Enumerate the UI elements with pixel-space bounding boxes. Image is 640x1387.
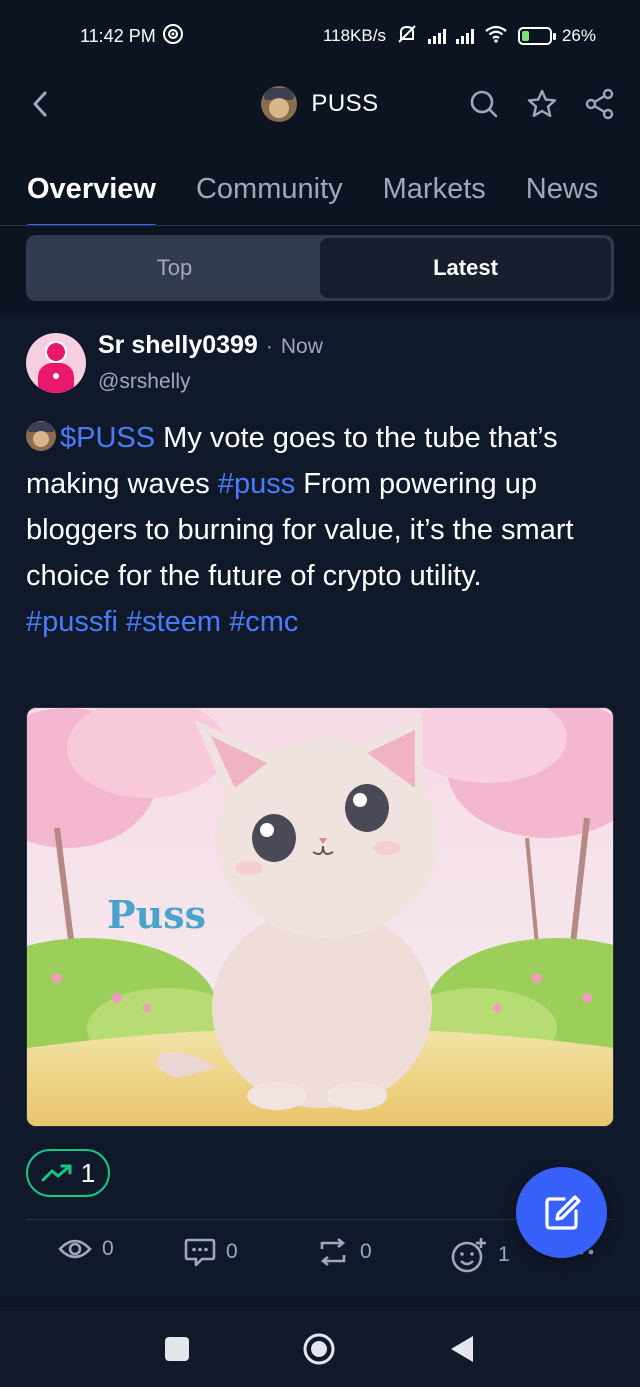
hashtags-link[interactable]: #pussfi #steem #cmc <box>26 606 298 638</box>
home-button[interactable] <box>299 1329 339 1369</box>
tab-overview[interactable]: Overview <box>27 160 156 225</box>
trending-up-icon <box>41 1164 72 1182</box>
post-time: Now <box>280 335 323 358</box>
battery-percent: 26% <box>561 26 596 45</box>
comments-count: 0 <box>226 1240 238 1263</box>
author-name[interactable]: Sr shelly0399 <box>98 331 258 360</box>
filter-top-button[interactable]: Top <box>29 238 320 298</box>
coin-header: PUSS <box>0 72 640 138</box>
search-icon <box>470 90 498 118</box>
community-post: Sr shelly0399 · Now @srshelly $PUSS My v… <box>0 313 640 1297</box>
status-time: 11:42 PM <box>80 25 156 46</box>
system-nav-bar <box>0 1307 640 1387</box>
views-button[interactable]: 0 <box>58 1237 114 1261</box>
edit-icon <box>544 1194 581 1230</box>
hotspot-icon <box>162 23 184 50</box>
cashtag-link[interactable]: $PUSS <box>60 422 155 454</box>
share-icon <box>585 88 614 120</box>
share-button[interactable] <box>582 86 618 122</box>
post-image[interactable]: Puss <box>26 707 614 1127</box>
signal-icon <box>427 28 446 44</box>
author-separator: · <box>265 335 273 358</box>
add-reaction-icon <box>451 1238 486 1273</box>
tab-markets[interactable]: Markets <box>383 160 486 225</box>
recents-button[interactable] <box>157 1329 197 1369</box>
post-author-line: Sr shelly0399 · Now <box>98 331 323 360</box>
post-body: $PUSS My vote goes to the tube that’s ma… <box>26 415 618 645</box>
triangle-back-icon <box>451 1336 473 1362</box>
trending-reaction-chip[interactable]: 1 <box>26 1149 110 1197</box>
comment-button[interactable]: 0 <box>184 1237 238 1267</box>
tab-community[interactable]: Community <box>196 160 343 225</box>
battery-fill <box>521 31 529 41</box>
status-left: 11:42 PM <box>80 23 184 50</box>
home-icon <box>303 1333 335 1365</box>
comment-icon <box>184 1238 216 1267</box>
star-icon <box>527 89 557 117</box>
image-overlay-text: Puss <box>107 892 206 937</box>
avatar[interactable] <box>26 333 86 393</box>
puss-logo-icon <box>261 86 298 122</box>
status-right: 118KB/s 26% <box>323 24 596 49</box>
views-count: 0 <box>102 1237 114 1260</box>
repost-button[interactable]: 0 <box>316 1237 372 1267</box>
page-title: PUSS <box>311 90 379 117</box>
hashtag-puss-link[interactable]: #puss <box>218 468 295 500</box>
status-bar: 11:42 PM 118KB/s 26% <box>0 0 640 72</box>
puss-token-icon <box>26 421 56 451</box>
mute-icon <box>396 24 418 49</box>
signal-icon-2 <box>455 28 474 44</box>
author-handle[interactable]: @srshelly <box>98 370 191 394</box>
reposts-count: 0 <box>360 1240 372 1263</box>
react-button[interactable]: 1 <box>450 1237 510 1273</box>
eye-icon <box>58 1239 92 1259</box>
recents-icon <box>165 1337 189 1361</box>
search-button[interactable] <box>466 86 502 122</box>
tab-news[interactable]: News <box>526 160 599 225</box>
wifi-icon <box>484 25 508 48</box>
section-tabs: Overview Community Markets News <box>0 160 640 226</box>
reactions-count: 1 <box>498 1243 510 1266</box>
header-actions <box>466 86 618 122</box>
compose-post-button[interactable] <box>516 1167 607 1258</box>
trending-reaction-count: 1 <box>80 1157 96 1188</box>
system-back-button[interactable] <box>442 1329 482 1369</box>
feed-filter-band: Top Latest <box>0 227 640 313</box>
battery-icon <box>517 27 556 45</box>
filter-latest-button[interactable]: Latest <box>320 238 611 298</box>
network-speed: 118KB/s <box>322 26 386 45</box>
feed-filter-toggle: Top Latest <box>26 235 614 301</box>
watchlist-button[interactable] <box>524 86 560 122</box>
kitten-illustration-icon: Puss <box>27 708 613 1126</box>
repost-icon <box>320 1237 346 1267</box>
